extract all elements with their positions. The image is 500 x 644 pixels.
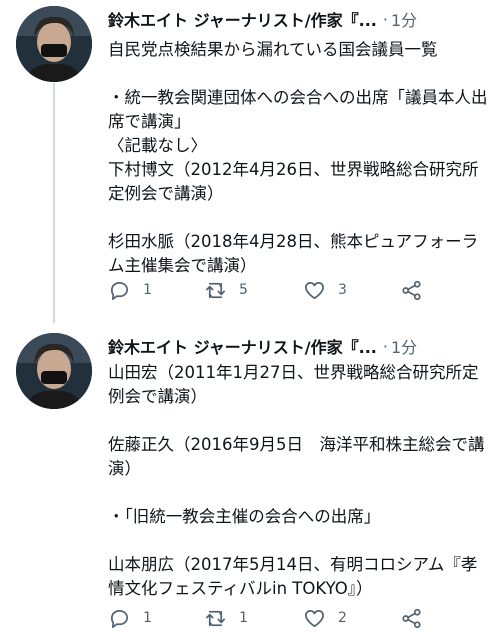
like-button[interactable]: 3 <box>303 279 347 302</box>
reply-button[interactable]: 1 <box>108 279 152 302</box>
avatar[interactable] <box>16 333 92 409</box>
reply-count: 1 <box>143 282 152 298</box>
retweet-button[interactable]: 5 <box>204 279 248 302</box>
tweet-header: 鈴木エイト ジャーナリスト/作家『... · 1分 <box>108 333 488 359</box>
like-count: 3 <box>338 282 347 298</box>
heart-icon <box>305 609 324 627</box>
share-icon <box>402 608 421 628</box>
timestamp[interactable]: 1分 <box>391 334 417 358</box>
reply-icon <box>110 281 129 300</box>
retweet-icon <box>206 610 225 626</box>
separator: · <box>382 336 388 356</box>
tweet-text: 自民党点検結果から漏れている国会議員一覧 ・統一教会関連団体への会合への出席「議… <box>108 40 488 275</box>
retweet-count: 1 <box>239 610 248 626</box>
thread-connector-line <box>53 83 55 323</box>
retweet-icon <box>206 282 225 298</box>
tweet-header: 鈴木エイト ジャーナリスト/作家『... · 1分 <box>108 6 488 32</box>
author-name[interactable]: 鈴木エイト ジャーナリスト/作家『... <box>108 334 377 358</box>
reply-icon <box>110 609 129 628</box>
avatar[interactable] <box>16 6 92 82</box>
share-icon <box>402 280 421 300</box>
retweet-button[interactable]: 1 <box>204 607 248 630</box>
retweet-count: 5 <box>239 282 248 298</box>
like-button[interactable]: 2 <box>303 607 347 630</box>
separator: · <box>382 9 388 29</box>
tweet-actions: 1 1 2 <box>108 606 438 630</box>
tweet-actions: 1 5 3 <box>108 278 438 302</box>
reply-button[interactable]: 1 <box>108 607 152 630</box>
like-count: 2 <box>338 610 347 626</box>
tweet-text: 山田宏（2011年1月27日、世界戦略総合研究所定例会で講演） 佐藤正久（201… <box>108 363 485 598</box>
timestamp[interactable]: 1分 <box>391 7 417 31</box>
share-button[interactable] <box>400 279 423 302</box>
author-name[interactable]: 鈴木エイト ジャーナリスト/作家『... <box>108 7 377 31</box>
reply-count: 1 <box>143 610 152 626</box>
share-button[interactable] <box>400 607 423 630</box>
heart-icon <box>305 281 324 299</box>
